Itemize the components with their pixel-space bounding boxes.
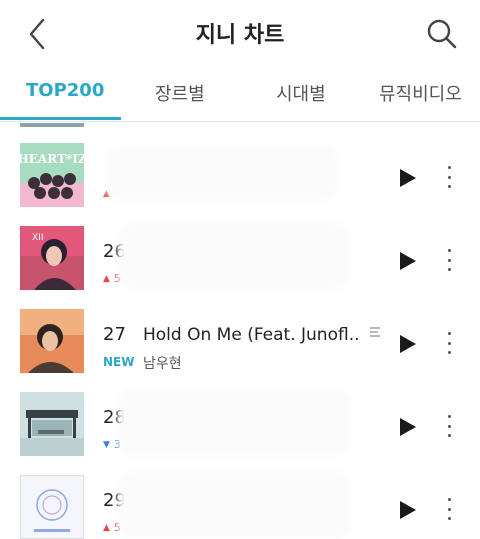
rank-change: ▲ 5 [103, 521, 121, 534]
play-icon[interactable] [396, 333, 418, 355]
svg-text:HEART*IZ: HEART*IZ [20, 152, 84, 166]
tab-music-video[interactable]: 뮤직비디오 [379, 80, 462, 106]
artist-name[interactable]: 남우현 [143, 353, 182, 373]
search-icon [427, 19, 457, 49]
redacted-area [124, 394, 344, 450]
top-bar: 지니 차트 [0, 0, 480, 66]
album-cover[interactable] [20, 309, 84, 373]
chart-row[interactable]: 28 ▼ 3 [0, 372, 480, 456]
active-tab-indicator [0, 117, 121, 120]
chart-row[interactable]: XII 26 ▲ 5 [0, 206, 480, 290]
chart-list: HEART*IZ ▲ XII 26 ▲ 5 27 NEW Hold On Me … [0, 123, 480, 539]
album-cover[interactable] [20, 475, 84, 539]
rank-change-value: 5 [113, 521, 121, 534]
lyrics-icon[interactable] [368, 325, 382, 339]
chart-row[interactable]: 29 ▲ 5 [0, 455, 480, 539]
tab-era[interactable]: 시대별 [276, 80, 326, 106]
chart-rank: 29 [103, 490, 126, 511]
chart-row[interactable]: 27 NEW Hold On Me (Feat. Junofl.. 남우현 [0, 289, 480, 373]
rank-change-value: 3 [113, 438, 121, 451]
rank-up-icon: ▲ [103, 273, 110, 284]
play-icon[interactable] [396, 250, 418, 272]
redacted-area [112, 151, 332, 195]
album-cover[interactable]: XII [20, 226, 84, 290]
page-title: 지니 차트 [195, 23, 285, 48]
rank-change: NEW [103, 355, 135, 369]
play-icon[interactable] [396, 416, 418, 438]
redacted-area [124, 228, 344, 284]
rank-change: ▲ 5 [103, 272, 121, 285]
redacted-area [124, 477, 344, 533]
chart-rank: 26 [103, 241, 126, 262]
album-cover[interactable] [20, 392, 84, 456]
tab-top200[interactable]: TOP200 [26, 80, 104, 101]
play-icon[interactable] [396, 499, 418, 521]
chart-row[interactable]: HEART*IZ ▲ [0, 123, 480, 207]
chart-rank: 28 [103, 407, 126, 428]
rank-down-icon: ▼ [103, 439, 110, 450]
more-options-button[interactable] [438, 329, 460, 357]
more-options-button[interactable] [438, 163, 460, 191]
rank-up-icon: ▲ [103, 522, 110, 533]
album-cover[interactable]: HEART*IZ [20, 143, 84, 207]
more-options-button[interactable] [438, 412, 460, 440]
chart-tabs: TOP200 장르별 시대별 뮤직비디오 [0, 70, 480, 122]
tab-genre[interactable]: 장르별 [155, 80, 205, 106]
svg-text:XII: XII [32, 233, 43, 243]
rank-up-icon: ▲ [103, 189, 110, 199]
chart-rank: 27 [103, 324, 126, 345]
rank-change: ▼ 3 [103, 438, 121, 451]
play-icon[interactable] [396, 167, 418, 189]
more-options-button[interactable] [438, 246, 460, 274]
more-options-button[interactable] [438, 495, 460, 523]
song-title[interactable]: Hold On Me (Feat. Junofl.. [143, 325, 360, 345]
rank-change-value: 5 [113, 272, 121, 285]
search-button[interactable] [422, 16, 462, 52]
